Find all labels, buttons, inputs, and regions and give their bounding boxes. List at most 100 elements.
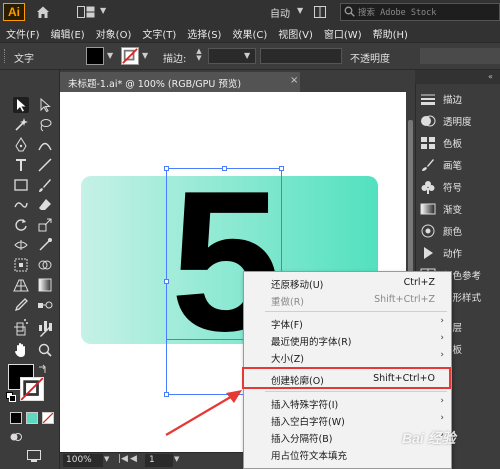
illustrator-logo: Ai — [3, 3, 25, 21]
width-tool-icon[interactable] — [13, 237, 29, 253]
stroke-none-swatch[interactable] — [121, 47, 139, 65]
color-mode-button[interactable] — [10, 412, 22, 424]
eyedropper-tool-icon[interactable] — [13, 297, 29, 313]
menu-view[interactable]: 视图(V) — [278, 26, 313, 41]
panel-brushes[interactable]: 画笔 — [420, 154, 500, 176]
eraser-tool-icon[interactable] — [37, 197, 53, 213]
stroke-color-box[interactable] — [20, 377, 44, 401]
shaper-tool-icon[interactable] — [13, 197, 29, 213]
vertical-scrollbar-thumb[interactable] — [408, 120, 413, 280]
curvature-tool-icon[interactable] — [37, 137, 53, 153]
menu-item-undo-move[interactable]: 还原移动(U) Ctrl+Z — [243, 274, 452, 291]
swap-fill-stroke-icon[interactable] — [38, 364, 48, 374]
paintbrush-tool-icon[interactable] — [37, 177, 53, 193]
artboard-number-field[interactable]: 1 — [145, 454, 173, 467]
panel-label: 色板 — [443, 139, 463, 150]
shape-builder-tool-icon[interactable] — [37, 257, 53, 273]
menu-item-recent-fonts[interactable]: 最近使用的字体(R) › — [243, 331, 452, 348]
menu-select[interactable]: 选择(S) — [187, 26, 221, 41]
slice-tool-icon[interactable] — [37, 323, 53, 339]
gradient-mode-button[interactable] — [26, 412, 38, 424]
stroke-lines-icon — [420, 92, 436, 106]
panel-gradient[interactable]: 渐变 — [420, 198, 500, 220]
gradient-icon — [420, 202, 436, 216]
direct-selection-tool-icon[interactable] — [37, 97, 53, 113]
previous-artboard-icon[interactable]: ◀ — [130, 454, 137, 464]
transparency-icon — [420, 114, 436, 128]
menu-item-redo[interactable]: 重做(R) Shift+Ctrl+Z — [243, 291, 452, 308]
screen-mode-icon[interactable] — [27, 450, 41, 462]
chevron-down-icon[interactable]: ▼ — [297, 6, 303, 15]
red-arrow-annotation — [165, 390, 242, 436]
panel-symbols[interactable]: 符号 — [420, 176, 500, 198]
club-symbol-icon — [420, 180, 436, 194]
perspective-grid-tool-icon[interactable] — [13, 277, 29, 293]
close-tab-icon[interactable]: × — [290, 75, 298, 86]
line-segment-tool-icon[interactable] — [37, 157, 53, 173]
lasso-tool-icon[interactable] — [37, 117, 53, 133]
menu-window[interactable]: 窗口(W) — [324, 26, 362, 41]
scale-tool-icon[interactable] — [37, 217, 53, 233]
shortcut-label: Ctrl+Z — [403, 277, 435, 288]
menu-file[interactable]: 文件(F) — [6, 26, 40, 41]
panel-arrange-icon[interactable] — [314, 6, 326, 18]
selection-tool-icon[interactable] — [13, 97, 29, 113]
swatches-icon — [420, 136, 436, 150]
panel-stroke[interactable]: 描边 — [420, 88, 500, 110]
highlight-annotation — [242, 367, 451, 389]
menu-edit[interactable]: 编辑(E) — [51, 26, 85, 41]
hand-tool-icon[interactable] — [13, 342, 29, 358]
submenu-arrow-icon: › — [440, 396, 444, 406]
default-fill-stroke-icon[interactable] — [6, 392, 16, 402]
zoom-tool-icon[interactable] — [37, 342, 53, 358]
text-baseline — [166, 339, 246, 340]
collapse-panels-icon[interactable]: « — [488, 72, 493, 81]
fill-color-swatch[interactable] — [86, 47, 104, 65]
chevron-down-icon[interactable]: ▼ — [244, 51, 250, 60]
bounding-box-handle[interactable] — [279, 166, 284, 171]
arrange-documents-icon[interactable] — [77, 6, 95, 18]
play-action-icon — [420, 246, 436, 260]
menu-item-size[interactable]: 大小(Z) › — [243, 348, 452, 365]
pen-tool-icon[interactable] — [13, 137, 29, 153]
chevron-down-icon[interactable]: ▼ — [107, 51, 113, 60]
home-icon[interactable] — [36, 5, 50, 19]
chevron-down-icon[interactable]: ▼ — [104, 455, 109, 463]
chevron-down-icon[interactable]: ▼ — [174, 455, 179, 463]
type-tool-icon[interactable] — [13, 157, 29, 173]
menu-item-insert-whitespace[interactable]: 插入空白字符(W) › — [243, 411, 452, 428]
gradient-tool-icon[interactable] — [37, 277, 53, 293]
stroke-weight-stepper[interactable]: ▲ ▼ — [192, 48, 206, 64]
panel-label: 符号 — [443, 183, 463, 194]
panel-grip[interactable] — [4, 49, 6, 63]
panel-actions[interactable]: 动作 — [420, 242, 500, 264]
menu-item-font[interactable]: 字体(F) › — [243, 314, 452, 331]
bounding-box-handle[interactable] — [164, 279, 169, 284]
magic-wand-tool-icon[interactable] — [13, 117, 29, 133]
panel-color[interactable]: 颜色 — [420, 220, 500, 242]
menu-help[interactable]: 帮助(H) — [373, 26, 408, 41]
zoom-level-field[interactable]: 100% — [63, 454, 103, 467]
puppet-warp-tool-icon[interactable] — [37, 237, 53, 253]
rectangle-tool-icon[interactable] — [13, 177, 29, 193]
artboard-tool-icon[interactable] — [13, 323, 29, 339]
menu-type[interactable]: 文字(T) — [142, 26, 176, 41]
menu-effect[interactable]: 效果(C) — [232, 26, 267, 41]
panel-transparency[interactable]: 透明度 — [420, 110, 500, 132]
variable-width-profile[interactable] — [260, 48, 342, 64]
first-artboard-icon[interactable]: |◀ — [118, 454, 128, 464]
bounding-box-handle[interactable] — [222, 166, 227, 171]
chevron-down-icon[interactable]: ▼ — [100, 6, 106, 15]
opacity-label[interactable]: 不透明度 — [350, 50, 390, 65]
free-transform-tool-icon[interactable] — [13, 257, 29, 273]
chevron-down-icon[interactable]: ▼ — [142, 51, 148, 60]
none-mode-button[interactable] — [42, 412, 54, 424]
menu-object[interactable]: 对象(O) — [96, 26, 132, 41]
bounding-box-handle[interactable] — [164, 166, 169, 171]
blend-tool-icon[interactable] — [37, 297, 53, 313]
rotate-tool-icon[interactable] — [13, 217, 29, 233]
menu-item-insert-special-char[interactable]: 插入特殊字符(I) › — [243, 394, 452, 411]
draw-mode-icon[interactable] — [10, 431, 22, 443]
panel-swatches[interactable]: 色板 — [420, 132, 500, 154]
workspace-switcher[interactable]: 自动 — [270, 5, 290, 20]
